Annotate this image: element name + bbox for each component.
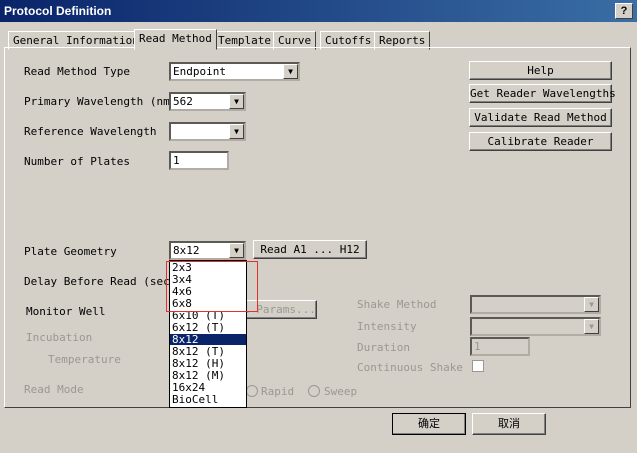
title-bar: Protocol Definition ? [0, 0, 637, 22]
ok-button[interactable]: 确定 [392, 413, 466, 435]
chevron-down-icon[interactable]: ▼ [283, 64, 298, 79]
tab-read-method[interactable]: Read Method [134, 29, 217, 50]
help-icon[interactable]: ? [615, 3, 633, 19]
duration-label: Duration [357, 341, 410, 354]
intensity-label: Intensity [357, 320, 417, 333]
dropdown-option[interactable]: 8x12 (T) [170, 346, 246, 357]
dropdown-option[interactable]: 16x24 [170, 382, 246, 393]
number-of-plates-value: 1 [173, 154, 180, 167]
read-method-type-select[interactable]: Endpoint ▼ [169, 62, 300, 81]
tab-label: Curve [278, 34, 312, 47]
duration-value: 1 [474, 340, 481, 353]
delay-before-read-label: Delay Before Read (sec) [24, 275, 177, 288]
validate-read-method-button[interactable]: Validate Read Method [469, 108, 612, 127]
continuous-shake-label: Continuous Shake [357, 361, 463, 374]
tab-label: Reports [379, 34, 426, 47]
primary-wavelength-value: 562 [173, 95, 193, 108]
number-of-plates-input[interactable]: 1 [169, 151, 229, 170]
primary-wavelength-select[interactable]: 562 ▼ [169, 92, 246, 111]
primary-wavelength-label: Primary Wavelength (nm) [24, 95, 177, 108]
duration-input[interactable]: 1 [470, 337, 530, 356]
number-of-plates-label: Number of Plates [24, 155, 130, 168]
reference-wavelength-label: Reference Wavelength [24, 125, 157, 138]
tab-label: Cutoffs [325, 34, 372, 47]
shake-method-label: Shake Method [357, 298, 437, 311]
read-method-type-label: Read Method Type [24, 65, 130, 78]
tab-label: Template [218, 34, 271, 47]
get-reader-wavelengths-button[interactable]: Get Reader Wavelengths [469, 84, 616, 103]
help-button[interactable]: Help [469, 61, 612, 80]
read-mode-label: Read Mode [24, 383, 84, 396]
incubation-label: Incubation [26, 331, 93, 344]
chevron-down-icon[interactable]: ▼ [229, 124, 244, 139]
rapid-label: Rapid [261, 385, 295, 398]
chevron-down-icon[interactable]: ▼ [229, 243, 244, 258]
chevron-down-icon[interactable]: ▼ [229, 94, 244, 109]
dropdown-option-selected[interactable]: 8x12 [170, 334, 246, 345]
intensity-select[interactable]: ▼ [470, 317, 601, 336]
dropdown-option[interactable]: 6x12 (T) [170, 322, 246, 333]
dropdown-option[interactable]: 8x12 (M) [170, 370, 246, 381]
dropdown-option[interactable]: 8x12 (H) [170, 358, 246, 369]
plate-geometry-value: 8x12 [173, 244, 200, 257]
reference-wavelength-select[interactable]: ▼ [169, 122, 246, 141]
shake-method-select[interactable]: ▼ [470, 295, 601, 314]
read-method-type-value: Endpoint [173, 65, 226, 78]
tab-label: General Information [13, 34, 139, 47]
monitor-well-label: Monitor Well [26, 305, 106, 318]
sweep-radio[interactable] [308, 385, 320, 397]
cancel-button[interactable]: 取消 [472, 413, 546, 435]
chevron-down-icon[interactable]: ▼ [584, 297, 599, 312]
sweep-label: Sweep [324, 385, 358, 398]
plate-geometry-label: Plate Geometry [24, 245, 117, 258]
continuous-shake-checkbox[interactable] [472, 360, 484, 372]
tab-label: Read Method [139, 32, 212, 45]
dropdown-option[interactable]: BioCell [170, 394, 246, 405]
temperature-label: Temperature [48, 353, 121, 366]
rapid-radio[interactable] [246, 385, 258, 397]
calibrate-reader-button[interactable]: Calibrate Reader [469, 132, 612, 151]
plate-geometry-select[interactable]: 8x12 ▼ [169, 241, 246, 260]
window-title: Protocol Definition [4, 4, 112, 18]
chevron-down-icon[interactable]: ▼ [584, 319, 599, 334]
highlight-box [166, 261, 258, 312]
read-range-button[interactable]: Read A1 ... H12 [253, 240, 367, 259]
